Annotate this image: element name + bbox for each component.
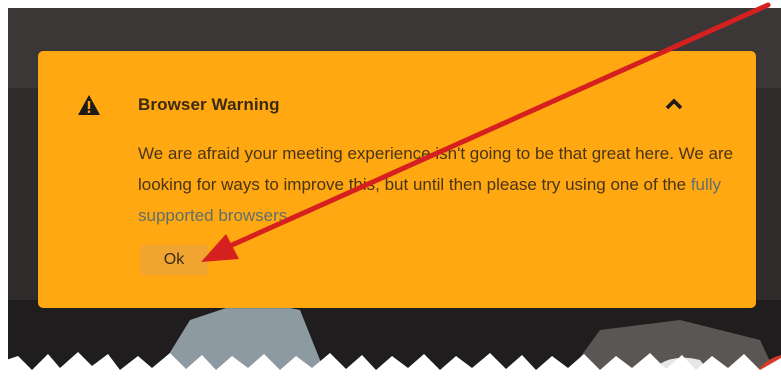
browser-warning-panel: Browser Warning We are afraid your meeti… xyxy=(38,51,756,308)
warning-title: Browser Warning xyxy=(138,95,280,114)
chevron-up-icon[interactable] xyxy=(663,93,685,115)
warning-message-text: We are afraid your meeting experience is… xyxy=(138,144,734,194)
ok-button[interactable]: Ok xyxy=(140,245,208,275)
screenshot-stage: Browser Warning We are afraid your meeti… xyxy=(0,0,781,385)
warning-message: We are afraid your meeting experience is… xyxy=(138,138,738,231)
warning-message-end: . xyxy=(287,206,293,225)
warning-triangle-icon xyxy=(78,95,100,115)
